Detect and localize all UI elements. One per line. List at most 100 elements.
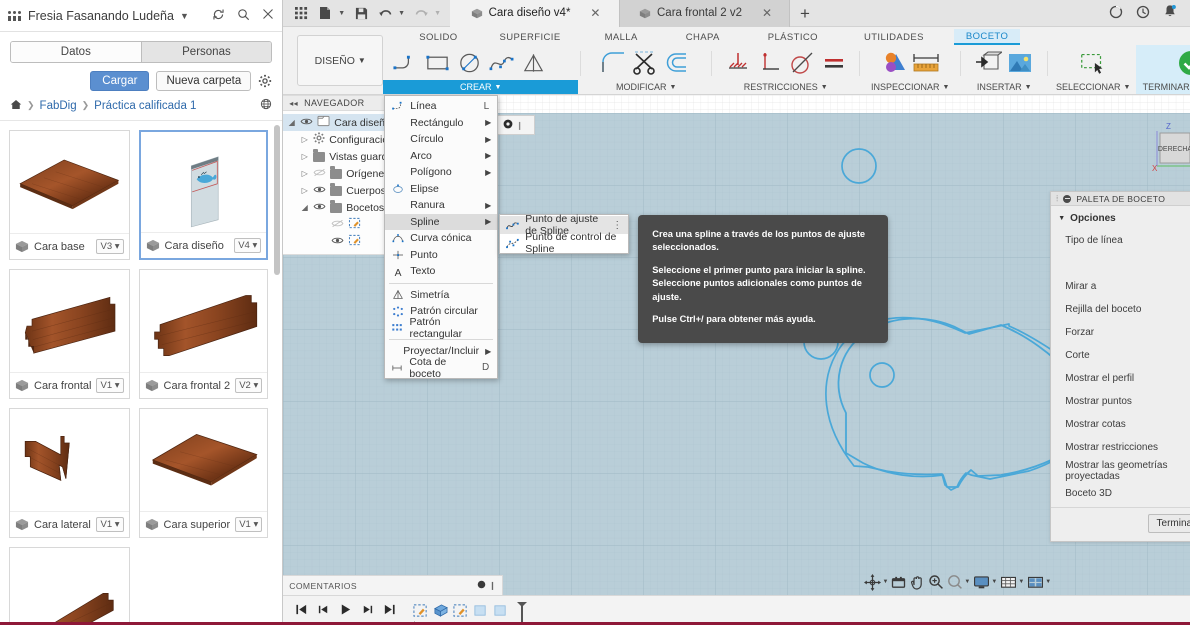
version-badge[interactable]: V4 ▾ <box>234 238 261 253</box>
upload-button[interactable]: Cargar <box>90 71 149 91</box>
version-badge[interactable]: V3 ▾ <box>96 239 123 254</box>
finish-sketch-button[interactable]: Terminar boceto <box>1148 514 1190 533</box>
expand-icon[interactable]: ❙ <box>516 121 523 130</box>
file-card-cara-frontal[interactable]: Cara frontal V1 ▾ <box>9 269 130 399</box>
visibility-icon[interactable] <box>331 236 344 248</box>
new-file-icon[interactable] <box>314 2 336 24</box>
grid-snaps-icon[interactable]: ▼ <box>1000 575 1024 590</box>
visibility-icon[interactable] <box>331 219 344 231</box>
gear-icon[interactable] <box>258 74 272 88</box>
file-card-cara-base[interactable]: Cara base V3 ▾ <box>9 130 130 260</box>
workspace-selector[interactable]: DISEÑO ▼ <box>297 35 383 86</box>
ribbon-panel-label-modificar[interactable]: MODIFICAR▼ <box>583 80 709 94</box>
chevron-down-icon[interactable]: ▼ <box>434 10 444 17</box>
ribbon-tab-utilidades[interactable]: UTILIDADES <box>852 30 936 45</box>
globe-icon[interactable] <box>260 98 272 113</box>
timeline-node-sketch-2[interactable] <box>452 603 469 618</box>
expander-icon[interactable]: ▷ <box>300 169 309 178</box>
chevron-down-icon[interactable]: ▼ <box>338 10 348 17</box>
comment-count-icon[interactable] <box>477 580 486 591</box>
menu-item-circulo[interactable]: Círculo ▶ <box>385 131 497 148</box>
timeline-node-sketch-1[interactable] <box>412 603 429 618</box>
expander-icon[interactable]: ▷ <box>300 152 309 161</box>
doc-tab-cara-frontal-2[interactable]: Cara frontal 2 v2 ✕ <box>620 0 790 27</box>
job-status-icon[interactable] <box>1109 5 1123 22</box>
close-icon[interactable]: ✕ <box>762 6 772 20</box>
zoom-window-icon[interactable]: ▼ <box>947 574 970 590</box>
fillet-icon[interactable] <box>599 48 629 78</box>
close-icon[interactable]: ✕ <box>590 6 600 20</box>
zoom-icon[interactable] <box>928 574 944 590</box>
spline-icon[interactable] <box>486 48 516 78</box>
overflow-menu-icon[interactable]: ⋮ <box>612 222 622 229</box>
version-badge[interactable]: V2 ▾ <box>235 378 262 393</box>
file-card-cara-superior[interactable]: Cara superior V1 ▾ <box>139 408 269 538</box>
trim-icon[interactable] <box>631 48 661 78</box>
home-icon[interactable] <box>10 99 22 113</box>
options-section-header[interactable]: ▼ Opciones <box>1051 211 1190 229</box>
version-badge[interactable]: V1 ▾ <box>235 517 262 532</box>
ribbon-panel-label-insertar[interactable]: INSERTAR▼ <box>963 80 1045 94</box>
menu-item-arco[interactable]: Arco ▶ <box>385 148 497 165</box>
new-folder-button[interactable]: Nueva carpeta <box>156 71 251 91</box>
undo-icon[interactable] <box>374 2 396 24</box>
viewports-icon[interactable]: ▼ <box>1027 575 1051 590</box>
menu-item-curva-conica[interactable]: Curva cónica <box>385 230 497 247</box>
line-icon[interactable] <box>390 48 420 78</box>
version-badge[interactable]: V1 ▾ <box>96 378 123 393</box>
expand-comments-icon[interactable]: ❙ <box>489 581 496 590</box>
pan-icon[interactable] <box>909 574 925 590</box>
insert-derive-icon[interactable] <box>973 48 1003 78</box>
perpendicular-icon[interactable] <box>755 48 785 78</box>
equal-icon[interactable] <box>819 48 849 78</box>
minimize-icon[interactable] <box>1063 195 1071 203</box>
visibility-icon[interactable] <box>313 168 326 180</box>
selection-box-icon[interactable] <box>1078 48 1108 78</box>
file-card-partial[interactable] <box>9 547 130 625</box>
breadcrumb-item-1[interactable]: Práctica calificada 1 <box>94 100 196 112</box>
orbit-icon[interactable]: ▼ <box>864 574 888 591</box>
timeline-node-extrude[interactable] <box>432 603 449 618</box>
breadcrumb-item-0[interactable]: FabDig <box>40 100 77 112</box>
visibility-icon[interactable] <box>300 117 313 129</box>
chevron-down-icon[interactable]: ▼ <box>180 11 189 21</box>
canvas[interactable]: DERECHA Z Y X ⦙ PALETA DE BOCETO ▸▸ <box>283 95 1190 595</box>
timeline-node-feature-1[interactable] <box>472 603 489 618</box>
menu-item-poligono[interactable]: Polígono ▶ <box>385 164 497 181</box>
finish-check-icon[interactable] <box>1176 48 1190 78</box>
ribbon-tab-malla[interactable]: MALLA <box>593 30 650 45</box>
display-settings-icon[interactable]: ▼ <box>973 575 997 590</box>
insert-image-icon[interactable] <box>1005 48 1035 78</box>
menu-item-spline[interactable]: Spline ▶ <box>385 214 497 231</box>
view-cube[interactable]: DERECHA Z Y X <box>1144 119 1190 181</box>
expander-icon[interactable]: ▷ <box>300 186 309 195</box>
file-card-cara-frontal-2[interactable]: Cara frontal 2 V2 ▾ <box>139 269 269 399</box>
measure-shapes-icon[interactable] <box>879 48 909 78</box>
circle-icon[interactable] <box>454 48 484 78</box>
tab-datos[interactable]: Datos <box>11 42 141 62</box>
ribbon-panel-label-terminar[interactable]: TERMINAR BOCETO▼ <box>1136 80 1190 94</box>
refresh-icon[interactable] <box>212 8 225 24</box>
close-icon[interactable] <box>262 8 274 23</box>
look-at-icon[interactable] <box>891 575 906 590</box>
menu-item-cota-de-boceto[interactable]: Cota de boceto D <box>385 360 497 377</box>
next-icon[interactable] <box>361 603 374 619</box>
measure-icon[interactable] <box>911 48 941 78</box>
ribbon-tab-superficie[interactable]: SUPERFICIE <box>488 30 573 45</box>
file-grid-scrollbar[interactable] <box>274 125 280 621</box>
ribbon-tab-chapa[interactable]: CHAPA <box>674 30 732 45</box>
tangent-icon[interactable] <box>787 48 817 78</box>
menu-item-rectangulo[interactable]: Rectángulo ▶ <box>385 115 497 132</box>
last-icon[interactable] <box>383 603 396 619</box>
recent-icon[interactable] <box>1136 5 1150 22</box>
grid-apps-icon[interactable] <box>290 2 312 24</box>
timeline-node-feature-2[interactable] <box>492 603 509 618</box>
tab-personas[interactable]: Personas <box>141 42 272 62</box>
prev-icon[interactable] <box>317 603 330 619</box>
expander-icon[interactable]: ▷ <box>300 135 309 144</box>
ribbon-panel-label-seleccionar[interactable]: SELECCIONAR▼ <box>1050 80 1136 94</box>
visibility-icon[interactable] <box>313 185 326 197</box>
doc-tab-cara-diseno[interactable]: Cara diseño v4* ✕ <box>450 0 620 27</box>
sketch-palette-header[interactable]: ⦙ PALETA DE BOCETO ▸▸ <box>1051 192 1190 206</box>
visibility-icon[interactable] <box>313 202 326 214</box>
